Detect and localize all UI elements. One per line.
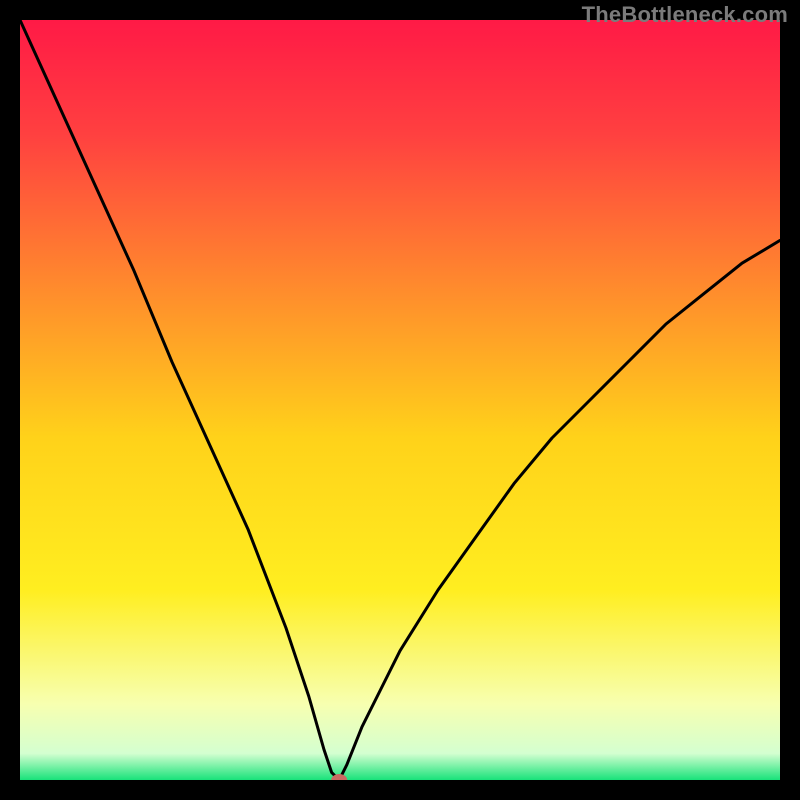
plot-area (20, 20, 780, 780)
chart-frame: TheBottleneck.com (0, 0, 800, 800)
watermark-label: TheBottleneck.com (582, 2, 788, 28)
chart-svg (20, 20, 780, 780)
gradient-background (20, 20, 780, 780)
